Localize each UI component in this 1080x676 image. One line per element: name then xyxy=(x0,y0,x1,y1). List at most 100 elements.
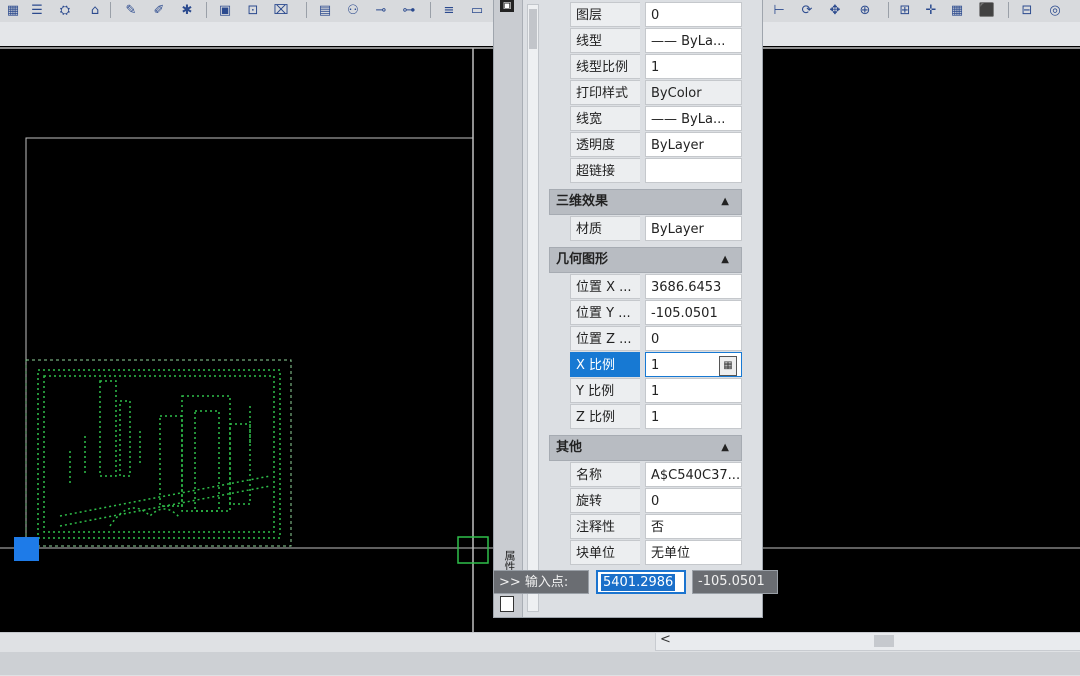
snap-icon[interactable]: ⊞ xyxy=(896,1,914,19)
paint-icon[interactable]: ✎ xyxy=(122,1,140,19)
layer-properties-icon[interactable]: ▦ xyxy=(4,1,22,19)
property-row-position-z[interactable]: 位置 Z ... 0 xyxy=(549,326,742,352)
define-attribute-icon[interactable]: ⊡ xyxy=(244,1,262,19)
property-row-lineweight[interactable]: 线宽 —— ByLa... xyxy=(549,106,742,132)
text-style-icon[interactable]: ≡ xyxy=(440,1,458,19)
calculator-icon[interactable]: ▦ xyxy=(719,356,737,376)
pin-icon[interactable]: ▣ xyxy=(500,0,514,12)
navigate-icon[interactable]: ◎ xyxy=(1046,1,1064,19)
property-value[interactable]: -105.0501 xyxy=(645,300,742,325)
property-value[interactable]: ByLayer xyxy=(645,216,742,241)
collapse-icon[interactable]: ▲ xyxy=(721,190,729,214)
palette-title: 属性 xyxy=(503,550,516,572)
layout-frame xyxy=(25,137,474,549)
measure-icon[interactable]: ⊸ xyxy=(372,1,390,19)
property-value[interactable]: ByColor xyxy=(645,80,742,105)
grid-icon[interactable]: ▦ xyxy=(948,1,966,19)
zoom-icon[interactable]: ⊕ xyxy=(856,1,874,19)
match-layer-icon[interactable]: ⛭ xyxy=(56,1,74,19)
property-row-position-y[interactable]: 位置 Y ... -105.0501 xyxy=(549,300,742,326)
property-label: 打印样式 xyxy=(570,80,640,105)
property-value[interactable]: 1 ▦ xyxy=(645,352,742,377)
property-row-scale-z[interactable]: Z 比例 1 xyxy=(549,404,742,430)
dimension-icon[interactable]: ⊢ xyxy=(770,1,788,19)
layer-state-icon[interactable]: ☰ xyxy=(28,1,46,19)
properties-icon[interactable] xyxy=(500,596,514,612)
coordinate-x-value[interactable]: 5401.2986 xyxy=(601,574,676,591)
property-value[interactable]: —— ByLa... xyxy=(645,106,742,131)
property-row-transparency[interactable]: 透明度 ByLayer xyxy=(549,132,742,158)
property-row-plot-style[interactable]: 打印样式 ByColor xyxy=(549,80,742,106)
property-label: Z 比例 xyxy=(570,404,640,429)
property-value-text[interactable]: 1 xyxy=(651,358,659,373)
property-label: 材质 xyxy=(570,216,640,241)
lock-icon[interactable]: ⬛ xyxy=(978,1,996,19)
property-row-name[interactable]: 名称 A$C540C37... xyxy=(549,462,742,488)
property-value[interactable]: 3686.6453 xyxy=(645,274,742,299)
pan-icon[interactable]: ✥ xyxy=(826,1,844,19)
collapse-icon[interactable]: ▲ xyxy=(721,436,729,460)
property-row-rotation[interactable]: 旋转 0 xyxy=(549,488,742,514)
horizontal-scrollbar[interactable]: < xyxy=(655,632,1080,651)
property-label: 图层 xyxy=(570,2,640,27)
section-3d-effects[interactable]: 三维效果 ▲ xyxy=(549,189,742,215)
section-misc[interactable]: 其他 ▲ xyxy=(549,435,742,461)
view-icon[interactable]: ⊟ xyxy=(1018,1,1036,19)
section-title: 几何图形 xyxy=(556,252,609,267)
toolbar-separator xyxy=(888,2,889,18)
palette-scrollbar[interactable] xyxy=(527,4,539,612)
property-row-layer[interactable]: 图层 0 xyxy=(549,2,742,28)
property-value[interactable]: A$C540C37... xyxy=(645,462,742,487)
property-row-block-unit[interactable]: 块单位 无单位 xyxy=(549,540,742,566)
property-value[interactable]: 0 xyxy=(645,326,742,351)
move-icon[interactable]: ✛ xyxy=(922,1,940,19)
property-row-position-x[interactable]: 位置 X ... 3686.6453 xyxy=(549,274,742,300)
property-row-hyperlink[interactable]: 超链接 xyxy=(549,158,742,184)
property-value[interactable]: 1 xyxy=(645,54,742,79)
edit-icon[interactable]: ✐ xyxy=(150,1,168,19)
section-title: 其他 xyxy=(556,440,583,455)
property-label: 透明度 xyxy=(570,132,640,157)
property-value[interactable]: 1 xyxy=(645,404,742,429)
command-prompt: >> 输入点: xyxy=(493,570,589,594)
collapse-icon[interactable]: ▲ xyxy=(721,248,729,272)
dim-style-icon[interactable]: ▭ xyxy=(468,1,486,19)
property-label: 名称 xyxy=(570,462,640,487)
coordinate-x-input[interactable]: 5401.2986 xyxy=(596,570,686,594)
section-geometry[interactable]: 几何图形 ▲ xyxy=(549,247,742,273)
insert-block-icon[interactable]: ▣ xyxy=(216,1,234,19)
property-value[interactable]: 1 xyxy=(645,378,742,403)
coordinate-y-input[interactable]: -105.0501 xyxy=(692,570,778,594)
distance-icon[interactable]: ⊶ xyxy=(400,1,418,19)
explode-icon[interactable]: ✱ xyxy=(178,1,196,19)
property-value[interactable]: ByLayer xyxy=(645,132,742,157)
property-row-material[interactable]: 材质 ByLayer xyxy=(549,216,742,242)
property-value[interactable]: 0 xyxy=(645,488,742,513)
toolbar-separator xyxy=(1008,2,1009,18)
scroll-thumb[interactable] xyxy=(874,635,894,647)
hatch-icon[interactable]: ⌧ xyxy=(272,1,290,19)
status-band xyxy=(0,652,1080,675)
property-value[interactable]: 0 xyxy=(645,2,742,27)
group-icon[interactable]: ⚇ xyxy=(344,1,362,19)
toolbar-separator xyxy=(430,2,431,18)
palette-title-strip[interactable]: ▣ 属性 xyxy=(494,0,523,617)
palette-scroll-thumb[interactable] xyxy=(529,9,537,49)
property-row-scale-x[interactable]: X 比例 1 ▦ xyxy=(549,352,742,378)
scroll-left-icon[interactable]: < xyxy=(660,632,671,647)
property-row-annotative[interactable]: 注释性否 xyxy=(549,514,742,540)
property-value[interactable] xyxy=(645,158,742,183)
properties-palette: ▣ 属性 图层 0 线型 —— ByLa... 线型比例 1 打印样式 ByColor … xyxy=(493,0,763,618)
layer-isolate-icon[interactable]: ⌂ xyxy=(86,1,104,19)
property-label: 位置 Y ... xyxy=(570,300,640,325)
property-value[interactable]: 否 xyxy=(645,514,742,539)
orbit-icon[interactable]: ⟳ xyxy=(798,1,816,19)
property-row-linetype[interactable]: 线型 —— ByLa... xyxy=(549,28,742,54)
toolbar-separator xyxy=(206,2,207,18)
property-row-scale-y[interactable]: Y 比例 1 xyxy=(549,378,742,404)
property-value[interactable]: 无单位 xyxy=(645,540,742,565)
toolbar-separator xyxy=(110,2,111,18)
table-icon[interactable]: ▤ xyxy=(316,1,334,19)
property-row-linetype-scale[interactable]: 线型比例 1 xyxy=(549,54,742,80)
property-value[interactable]: —— ByLa... xyxy=(645,28,742,53)
